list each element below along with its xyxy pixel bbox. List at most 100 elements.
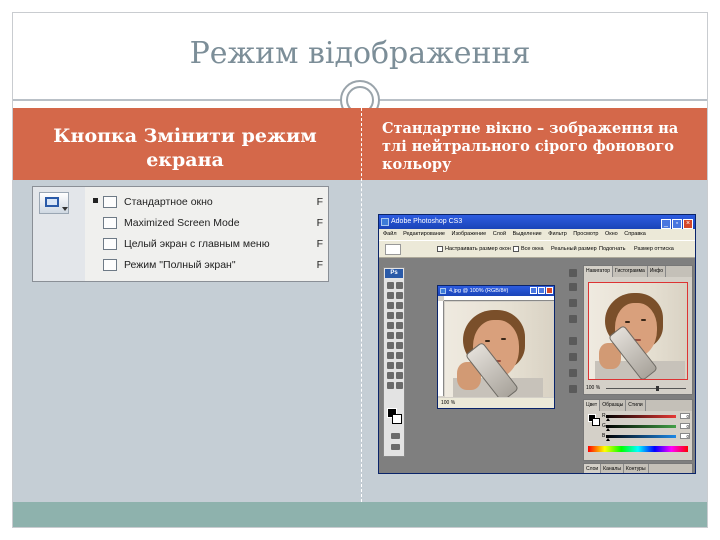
menu-item-label: Целый экран с главным меню — [124, 238, 270, 250]
menu-item-full-screen[interactable]: Режим "Полный экран" F — [91, 256, 327, 276]
tab-paths[interactable]: Контуры — [624, 464, 649, 473]
close-icon[interactable] — [546, 287, 553, 294]
tab-channels[interactable]: Каналы — [601, 464, 624, 473]
slider-thumb[interactable] — [606, 428, 610, 431]
zoom-tool-icon[interactable] — [385, 244, 401, 255]
dodge-tool-icon[interactable] — [396, 342, 403, 349]
tab-navigator[interactable]: Навигатор — [584, 266, 614, 277]
crop-tool-icon[interactable] — [387, 302, 394, 309]
close-icon[interactable]: × — [683, 219, 693, 229]
actual-pixels-button[interactable]: Реальный размер — [551, 246, 597, 252]
lasso-tool-icon[interactable] — [387, 292, 394, 299]
tab-styles[interactable]: Стили — [626, 400, 646, 411]
ps-logo: Ps — [385, 269, 403, 278]
red-channel-value[interactable]: 0 — [680, 413, 690, 419]
document-title: 4.jpg @ 100% (RGB/8#) — [449, 288, 509, 294]
slice-tool-icon[interactable] — [396, 302, 403, 309]
menu-window[interactable]: Окно — [605, 231, 618, 237]
menu-layer[interactable]: Слой — [493, 231, 506, 237]
color-spectrum-bar[interactable] — [588, 446, 688, 452]
navigator-thumbnail[interactable] — [588, 282, 688, 380]
all-windows-checkbox[interactable] — [513, 246, 519, 252]
menu-help[interactable]: Справка — [624, 231, 646, 237]
shape-tool-icon[interactable] — [396, 362, 403, 369]
minimize-icon[interactable] — [530, 287, 537, 294]
window-mode-icon — [103, 196, 117, 208]
tab-color[interactable]: Цвет — [584, 400, 601, 411]
marquee-tool-icon[interactable] — [396, 282, 403, 289]
pen-tool-icon[interactable] — [387, 352, 394, 359]
photoshop-app-icon — [381, 218, 389, 226]
menu-edit[interactable]: Редактирование — [403, 231, 445, 237]
minimize-icon[interactable]: _ — [661, 219, 671, 229]
document-zoom: 100 % — [441, 400, 456, 406]
dock-brushes-icon[interactable] — [569, 337, 577, 345]
dock-actions-icon[interactable] — [569, 315, 577, 323]
restore-icon[interactable] — [538, 287, 545, 294]
document-photo — [445, 302, 553, 397]
gradient-tool-icon[interactable] — [396, 332, 403, 339]
dock-history-icon[interactable] — [569, 299, 577, 307]
ps-window-title: Adobe Photoshop CS3 — [391, 218, 463, 225]
menu-item-standard-window[interactable]: Стандартное окно F — [91, 193, 327, 213]
menu-image[interactable]: Изображение — [452, 231, 487, 237]
healing-tool-icon[interactable] — [387, 312, 394, 319]
document-window: 4.jpg @ 100% (RGB/8#) 100 % — [437, 285, 555, 409]
magic-wand-tool-icon[interactable] — [396, 292, 403, 299]
restore-icon[interactable]: ▫ — [672, 219, 682, 229]
left-column-heading: Кнопка Змінити режим екрана — [53, 125, 317, 171]
menu-item-maximized[interactable]: Maximized Screen Mode F — [91, 214, 327, 234]
eraser-tool-icon[interactable] — [387, 332, 394, 339]
tab-swatches[interactable]: Образцы — [600, 400, 627, 411]
selected-bullet-icon — [93, 198, 98, 203]
dock-navigator-icon[interactable] — [569, 269, 577, 277]
blur-tool-icon[interactable] — [387, 342, 394, 349]
color-background-swatch[interactable] — [592, 418, 600, 426]
menu-item-shortcut: F — [316, 196, 323, 208]
tab-histogram[interactable]: Гистограмма — [613, 266, 648, 277]
move-tool-icon[interactable] — [387, 282, 394, 289]
green-channel-slider[interactable] — [606, 425, 676, 431]
dock-info-icon[interactable] — [569, 283, 577, 291]
brush-tool-icon[interactable] — [396, 312, 403, 319]
dock-layer-comps-icon[interactable] — [569, 369, 577, 377]
blue-channel-label: B — [602, 433, 606, 439]
screen-mode-button[interactable] — [39, 192, 69, 214]
type-tool-icon[interactable] — [396, 352, 403, 359]
right-column-heading: Стандартне вікно – зображення на тлі ней… — [382, 120, 679, 173]
eyedropper-tool-icon[interactable] — [396, 372, 403, 379]
quick-mask-icon[interactable] — [391, 433, 400, 439]
green-channel-value[interactable]: 0 — [680, 423, 690, 429]
red-channel-slider[interactable] — [606, 415, 676, 421]
navigator-zoom-slider[interactable] — [606, 386, 686, 391]
fit-screen-button[interactable]: Подогнать — [599, 246, 626, 252]
dock-tool-presets-icon[interactable] — [569, 353, 577, 361]
menu-filter[interactable]: Фильтр — [548, 231, 566, 237]
menu-item-shortcut: F — [316, 259, 323, 271]
print-size-button[interactable]: Размер оттиска — [634, 246, 674, 252]
window-mode-icon — [103, 238, 117, 250]
blue-channel-slider[interactable] — [606, 435, 676, 441]
history-brush-tool-icon[interactable] — [396, 322, 403, 329]
path-select-tool-icon[interactable] — [387, 362, 394, 369]
zoom-tool-icon[interactable] — [396, 382, 403, 389]
photo-eye — [641, 319, 646, 321]
slider-thumb[interactable] — [606, 438, 610, 441]
menu-view[interactable]: Просмотр — [573, 231, 598, 237]
fit-window-checkbox[interactable] — [437, 246, 443, 252]
hand-tool-icon[interactable] — [387, 382, 394, 389]
tab-info[interactable]: Инфо — [648, 266, 667, 277]
slider-thumb[interactable] — [606, 418, 610, 421]
menu-select[interactable]: Выделение — [513, 231, 542, 237]
slider-thumb[interactable] — [656, 386, 659, 391]
blue-channel-value[interactable]: 0 — [680, 433, 690, 439]
background-color-swatch[interactable] — [392, 414, 402, 424]
screen-mode-icon[interactable] — [391, 444, 400, 450]
tab-layers[interactable]: Слои — [584, 464, 602, 473]
stamp-tool-icon[interactable] — [387, 322, 394, 329]
dock-character-icon[interactable] — [569, 385, 577, 393]
menu-item-full-with-menu[interactable]: Целый экран с главным меню F — [91, 235, 327, 255]
menu-file[interactable]: Файл — [383, 231, 397, 237]
layers-panel: Слои Каналы Контуры — [583, 463, 693, 473]
notes-tool-icon[interactable] — [387, 372, 394, 379]
